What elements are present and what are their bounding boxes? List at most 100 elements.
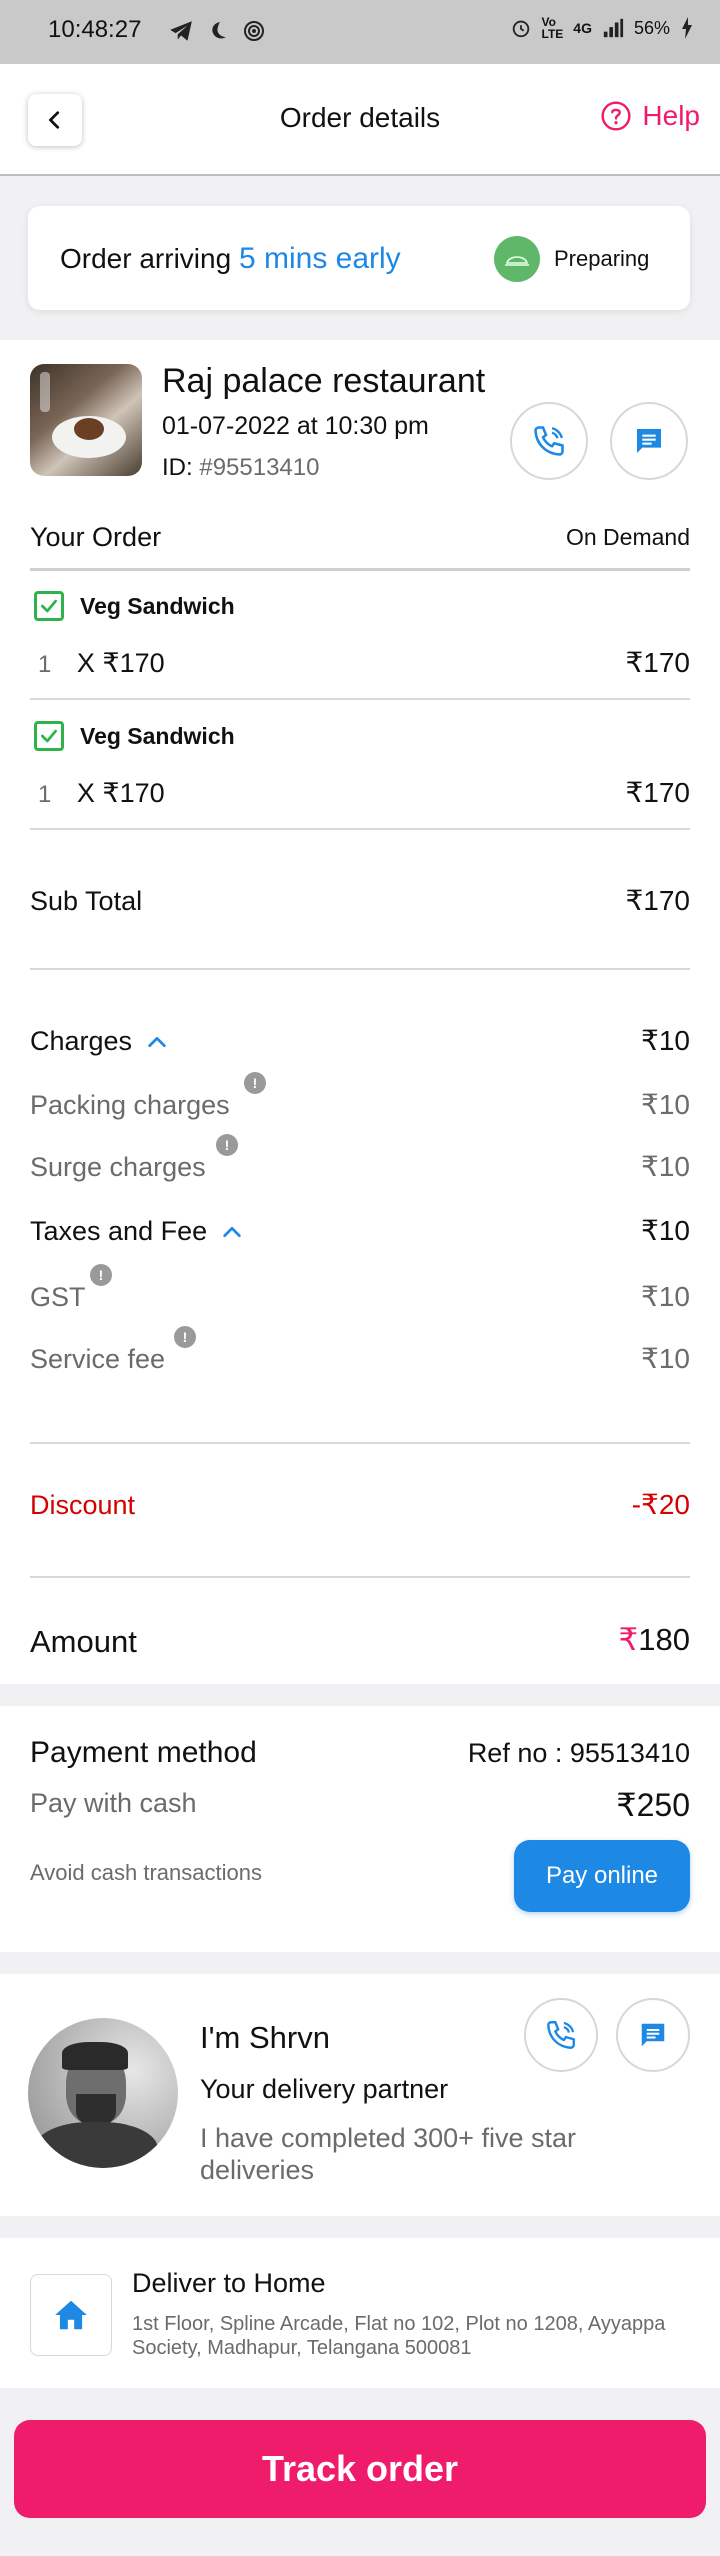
item-multiply: X xyxy=(76,778,95,808)
payment-method-value: Pay with cash xyxy=(30,1788,197,1818)
pay-online-button[interactable]: Pay online xyxy=(514,1840,690,1912)
service-fee-label: Service fee xyxy=(30,1344,166,1374)
order-id: ID: #95513410 xyxy=(162,454,319,482)
chat-icon xyxy=(637,429,661,453)
check-icon xyxy=(41,729,58,743)
charges-toggle[interactable]: Charges xyxy=(30,1026,170,1057)
order-mode: On Demand xyxy=(565,524,690,550)
your-order-heading: Your Order xyxy=(30,522,162,552)
charges-divider xyxy=(30,1442,690,1444)
chevron-up-icon xyxy=(148,1036,166,1047)
item-qty: 1 xyxy=(38,651,52,678)
chevron-up-icon xyxy=(223,1226,241,1237)
item-checkbox[interactable] xyxy=(34,721,64,751)
payment-title: Payment method xyxy=(30,1736,257,1769)
subtotal-label: Sub Total xyxy=(30,886,143,916)
surge-info-icon[interactable]: ! xyxy=(216,1134,238,1156)
gst-value: ₹10 xyxy=(641,1281,690,1312)
partner-name: I'm Shrvn xyxy=(200,2020,330,2055)
track-order-button[interactable]: Track order xyxy=(14,2420,706,2518)
delivery-address-card: Deliver to Home 1st Floor, Spline Arcade… xyxy=(0,2238,720,2388)
taxes-label: Taxes and Fee xyxy=(30,1216,208,1246)
amount-number: 180 xyxy=(638,1622,690,1657)
surge-charges-label: Surge charges xyxy=(30,1152,206,1182)
service-fee-value: ₹10 xyxy=(641,1343,690,1374)
item-multiply: X xyxy=(76,648,95,678)
item-checkbox[interactable] xyxy=(34,591,64,621)
status-bar: 10:48:27 Vo LTE 4G 56% xyxy=(0,0,720,64)
payment-ref: Ref no : 95513410 xyxy=(467,1738,690,1768)
partner-avatar xyxy=(28,2018,178,2168)
taxes-toggle[interactable]: Taxes and Fee xyxy=(30,1216,245,1247)
home-icon xyxy=(55,2300,87,2330)
amount-label: Amount xyxy=(30,1624,137,1659)
delivery-partner-card: I'm Shrvn Your delivery partner I have c… xyxy=(0,1974,720,2216)
arrival-text: Order arriving 5 mins early xyxy=(60,242,401,276)
help-link[interactable]: Help xyxy=(600,100,700,132)
network-label: 4G xyxy=(573,20,592,36)
item-quantity: 1 X ₹170 xyxy=(38,648,165,679)
packing-info-icon[interactable]: ! xyxy=(244,1072,266,1094)
telegram-icon xyxy=(170,21,192,41)
call-restaurant-button[interactable] xyxy=(510,402,588,480)
status-label: Preparing xyxy=(554,246,650,271)
message-restaurant-button[interactable] xyxy=(610,402,688,480)
item-unit-price: ₹170 xyxy=(102,648,165,678)
check-icon xyxy=(41,599,58,613)
phone-icon xyxy=(534,426,564,456)
battery-level: 56% xyxy=(633,17,670,38)
status-badge: Preparing xyxy=(494,236,649,282)
message-partner-button[interactable] xyxy=(616,1998,690,2072)
charging-icon xyxy=(682,17,692,39)
packing-charges-label: Packing charges xyxy=(30,1090,230,1120)
gst-label: GST xyxy=(30,1282,86,1312)
item-divider xyxy=(30,698,690,700)
home-icon-box xyxy=(30,2274,112,2356)
payment-note: Avoid cash transactions xyxy=(30,1860,262,1885)
call-partner-button[interactable] xyxy=(524,1998,598,2072)
header-divider xyxy=(0,174,720,176)
arrival-card: Order arriving 5 mins early Preparing xyxy=(28,206,690,310)
order-id-value: #95513410 xyxy=(199,454,320,481)
gst-info-icon[interactable]: ! xyxy=(90,1264,112,1286)
item-quantity: 1 X ₹170 xyxy=(38,778,165,809)
partner-bio: I have completed 300+ five star deliveri… xyxy=(200,2123,576,2185)
item-total: ₹170 xyxy=(625,647,690,678)
status-notification-icons xyxy=(168,18,266,44)
order-card: Raj palace restaurant 01-07-2022 at 10:3… xyxy=(0,340,720,1684)
status-system-icons: Vo LTE 4G 56% xyxy=(510,16,695,40)
discount-divider xyxy=(30,1576,690,1578)
item-unit-price: ₹170 xyxy=(102,778,165,808)
status-time: 10:48:27 xyxy=(48,16,142,43)
preparing-icon xyxy=(494,236,540,282)
charges-value: ₹10 xyxy=(641,1025,690,1056)
delivery-address: 1st Floor, Spline Arcade, Flat no 102, P… xyxy=(132,2313,666,2359)
help-label: Help xyxy=(642,100,700,131)
charges-label: Charges xyxy=(30,1026,133,1056)
item-divider xyxy=(30,828,690,830)
moon-icon xyxy=(212,22,226,39)
target-icon xyxy=(244,21,264,41)
amount-currency: ₹ xyxy=(618,1622,639,1657)
delivery-title: Deliver to Home xyxy=(132,2268,326,2298)
chat-icon xyxy=(641,2023,665,2047)
amount-value: ₹180 xyxy=(619,1622,690,1658)
arrival-highlight: 5 mins early xyxy=(238,242,401,275)
taxes-value: ₹10 xyxy=(641,1215,690,1246)
restaurant-name: Raj palace restaurant xyxy=(162,362,486,400)
order-id-label: ID: xyxy=(162,454,193,481)
item-name: Veg Sandwich xyxy=(80,723,235,749)
discount-value: -₹20 xyxy=(631,1489,690,1520)
discount-label: Discount xyxy=(30,1490,136,1520)
service-fee-info-icon[interactable]: ! xyxy=(174,1326,196,1348)
surge-charges-value: ₹10 xyxy=(641,1151,690,1182)
payment-card: Payment method Ref no : 95513410 Pay wit… xyxy=(0,1706,720,1952)
item-qty: 1 xyxy=(38,781,52,808)
order-datetime: 01-07-2022 at 10:30 pm xyxy=(162,412,429,440)
help-circle-icon xyxy=(601,101,631,131)
alarm-icon xyxy=(512,20,529,38)
order-divider xyxy=(30,568,690,571)
volte-icon: Vo LTE xyxy=(541,15,564,41)
signal-icon xyxy=(603,18,624,38)
app-header: Order details Help xyxy=(0,64,720,176)
